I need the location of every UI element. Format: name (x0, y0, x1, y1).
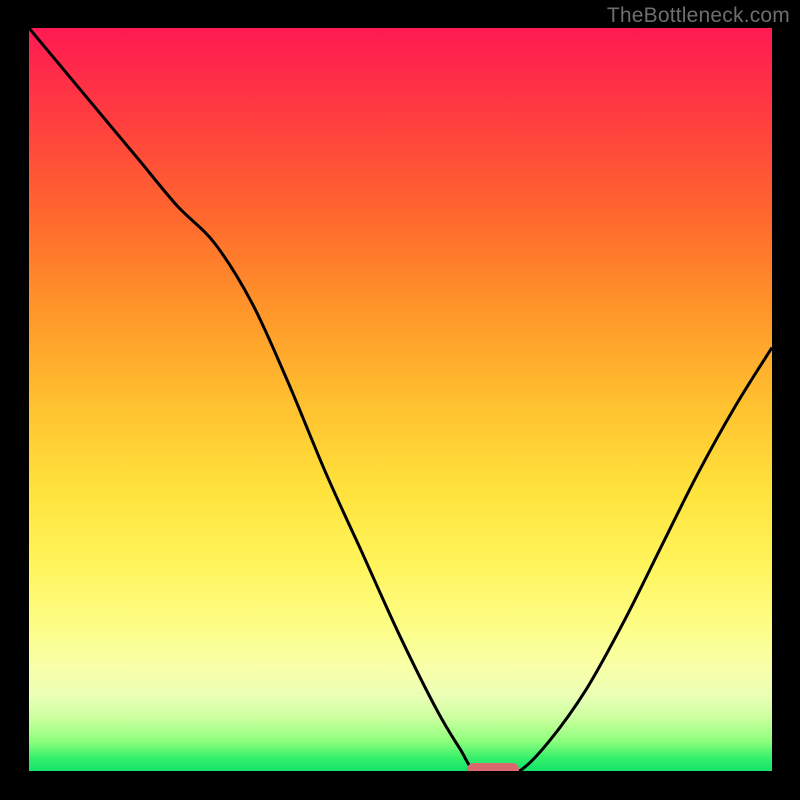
bottleneck-curve-path (29, 28, 772, 771)
watermark-text: TheBottleneck.com (607, 4, 790, 28)
bottleneck-curve (29, 28, 772, 771)
optimum-marker (467, 763, 519, 772)
plot-area (29, 28, 772, 771)
chart-frame: TheBottleneck.com (0, 0, 800, 800)
